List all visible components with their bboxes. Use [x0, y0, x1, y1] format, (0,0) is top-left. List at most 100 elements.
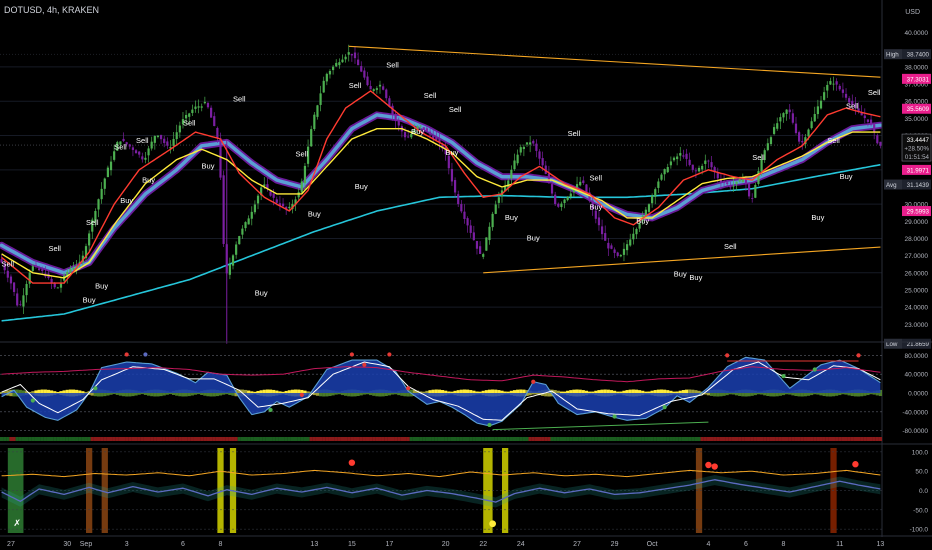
trend-strip-cell — [90, 437, 94, 441]
osc-signal-dot — [124, 352, 129, 357]
trend-strip-cell — [785, 437, 789, 441]
trend-strip-cell — [347, 437, 351, 441]
trend-strip-cell — [719, 437, 723, 441]
sell-signal-label: Sell — [233, 95, 246, 104]
trend-strip-cell — [93, 437, 97, 441]
candle-body — [191, 109, 194, 114]
buy-signal-label: Buy — [811, 213, 824, 222]
rsi-tick-label: -100.0 — [910, 527, 929, 534]
candle-body — [31, 266, 34, 271]
trend-strip-cell — [75, 437, 79, 441]
trend-strip-cell — [810, 437, 814, 441]
time-tick-label: 6 — [181, 541, 185, 548]
candle-body — [335, 62, 338, 67]
chart-canvas[interactable]: SellSellBuyBuySellBuyBuySellSellSellBuyS… — [0, 0, 932, 550]
candle-body — [297, 192, 300, 198]
candle-body — [610, 245, 613, 249]
candle-body — [241, 228, 244, 235]
trend-strip-cell — [835, 437, 839, 441]
candle-body — [766, 143, 769, 151]
trend-strip-cell — [775, 437, 779, 441]
trend-strip-cell — [375, 437, 379, 441]
osc-signal-dot — [612, 414, 617, 419]
candle-body — [322, 80, 325, 93]
trend-strip-cell — [628, 437, 632, 441]
trend-strip-cell — [197, 437, 201, 441]
trend-strip-cell — [303, 437, 307, 441]
trend-strip-cell — [484, 437, 488, 441]
candle-body — [188, 113, 191, 117]
trend-strip-cell — [663, 437, 667, 441]
candle-body — [607, 242, 610, 249]
candle-body — [281, 203, 285, 207]
trading-chart[interactable]: DOTUSD, 4h, KRAKEN Sell Sell Buy Buy Sell Buy… — [0, 0, 932, 550]
candle-body — [535, 143, 538, 151]
trend-strip-cell — [597, 437, 601, 441]
candle-body — [147, 148, 150, 156]
trend-strip-cell — [659, 437, 664, 441]
candle-body — [288, 206, 291, 209]
candle-body — [672, 157, 676, 161]
sell-signal-label: Sell — [449, 105, 462, 114]
trend-strip-cell — [481, 437, 485, 441]
trend-strip-cell — [243, 437, 248, 441]
time-tick-label: 8 — [219, 541, 223, 548]
trend-strip-cell — [312, 437, 316, 441]
candle-body — [510, 169, 513, 179]
candle-body — [529, 142, 532, 145]
candle-body — [338, 62, 341, 66]
trend-strip-cell — [850, 437, 854, 441]
trend-strip-cell — [444, 437, 448, 441]
candle-body — [779, 117, 782, 122]
candle-body — [325, 73, 328, 82]
trend-strip-cell — [863, 437, 867, 441]
overbought-dot — [711, 463, 718, 470]
trend-strip-cell — [612, 437, 617, 441]
trend-strip-cell — [387, 437, 391, 441]
trend-strip-cell — [156, 437, 160, 441]
trend-strip-cell — [356, 437, 360, 441]
trend-strip-cell — [256, 437, 260, 441]
candle-body — [738, 178, 741, 182]
sell-signal-label: Sell — [568, 129, 581, 138]
trend-strip-cell — [813, 437, 817, 441]
trend-strip-cell — [681, 437, 685, 441]
candle-body — [491, 213, 494, 228]
candle-body — [688, 159, 691, 165]
trend-strip-cell — [178, 437, 182, 441]
trend-strip-cell — [293, 437, 298, 441]
time-tick-label: 8 — [782, 541, 786, 548]
candle-body — [488, 226, 491, 241]
trend-strip-cell — [415, 437, 420, 441]
candle-body — [685, 153, 688, 159]
trend-strip-cell — [340, 437, 345, 441]
candle-body — [244, 222, 247, 229]
buy-signal-label: Buy — [83, 295, 96, 304]
buy-signal-label: Buy — [255, 289, 268, 298]
time-tick-label: 15 — [348, 541, 356, 548]
candle-body — [838, 85, 841, 90]
candle-body — [231, 255, 235, 266]
trend-strip-cell — [125, 437, 129, 441]
candle-body — [669, 161, 672, 166]
sell-signal-label: Sell — [296, 150, 309, 159]
trend-strip-cell — [372, 437, 376, 441]
candle-body — [691, 164, 694, 170]
candle-body — [447, 155, 450, 169]
candle-body — [722, 181, 726, 184]
trend-strip-cell — [572, 437, 576, 441]
candle-body — [457, 194, 460, 205]
candle-body — [106, 167, 110, 178]
candle-body — [873, 124, 876, 133]
trend-strip-cell — [59, 437, 63, 441]
candle-body — [563, 199, 566, 203]
price-tick-label: 38.0000 — [905, 64, 929, 71]
candle-body — [34, 265, 38, 267]
osc-signal-dot — [362, 362, 367, 367]
trend-strip-cell — [384, 437, 388, 441]
trend-strip-cell — [697, 437, 701, 441]
rsi-tick-label: -50.0 — [913, 507, 928, 514]
trend-strip-cell — [81, 437, 85, 441]
trend-strip-cell — [100, 437, 104, 441]
candle-body — [863, 115, 866, 119]
